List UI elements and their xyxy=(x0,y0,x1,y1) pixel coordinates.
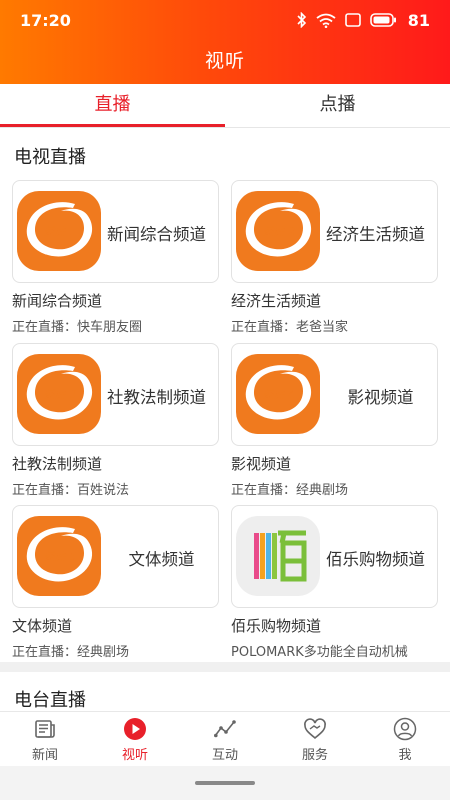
nav-news[interactable]: 新闻 xyxy=(0,712,90,767)
nav-service[interactable]: 服务 xyxy=(270,712,360,767)
nav-me[interactable]: 我 xyxy=(360,712,450,767)
loudi-tv-logo-icon: 娄底-4 xyxy=(236,354,320,434)
channel-box-label: 经济生活频道 xyxy=(326,224,425,244)
trend-line-icon xyxy=(214,720,236,738)
nav-label: 我 xyxy=(398,748,412,763)
section-divider xyxy=(0,662,450,672)
channel-thumbnail[interactable]: 佰 佰乐购物频道 xyxy=(231,505,438,608)
channel-logo: 娄底-3 xyxy=(17,354,101,434)
channel-name: 社教法制频道 xyxy=(12,455,103,473)
status-icons: 81 xyxy=(297,10,430,30)
tab-live[interactable]: 直播 xyxy=(0,84,225,128)
svg-text:娄底-2: 娄底-2 xyxy=(263,225,296,238)
channel-card[interactable]: 娄底-3 社教法制频道 社教法制频道 正在直播：百姓说法 xyxy=(12,343,219,498)
channel-logo: 娄底-1 xyxy=(17,191,101,271)
bottom-navigation: 新闻 视听 互动 服务 我 xyxy=(0,711,450,766)
channel-now-playing: 正在直播：经典剧场 xyxy=(231,483,349,498)
section-title-radio-live: 电台直播 xyxy=(14,690,86,711)
channel-thumbnail[interactable]: 娄底-3 社教法制频道 xyxy=(12,343,219,446)
channel-box-label: 影视频道 xyxy=(347,387,414,407)
nav-interact[interactable]: 互动 xyxy=(180,712,270,767)
channel-card[interactable]: 娄底-2 经济生活频道 经济生活频道 正在直播：老爸当家 xyxy=(231,180,438,335)
loudi-tv-logo-icon: 娄底-3 xyxy=(17,354,101,434)
channel-name: 佰乐购物频道 xyxy=(231,617,322,635)
channel-now-playing: 正在直播：快车朋友圈 xyxy=(12,320,143,335)
channel-name: 经济生活频道 xyxy=(231,292,322,310)
section-title-tv-live: 电视直播 xyxy=(14,147,86,168)
battery-icon xyxy=(369,13,396,27)
nav-media[interactable]: 视听 xyxy=(90,712,180,767)
channel-card[interactable]: 佰 佰乐购物频道 佰乐购物频道 POLOMARK多功能全自动机械 xyxy=(231,505,438,660)
channel-card[interactable]: 娄底-4 影视频道 影视频道 正在直播：经典剧场 xyxy=(231,343,438,498)
channel-now-playing: 正在直播：老爸当家 xyxy=(231,320,349,335)
status-bar: 17:20 81 xyxy=(0,0,450,40)
channel-logo: 娄底-5 xyxy=(17,516,101,596)
channel-box-label: 社教法制频道 xyxy=(107,387,206,407)
channel-box-label: 文体频道 xyxy=(128,549,195,569)
svg-text:娄底-1: 娄底-1 xyxy=(44,225,77,238)
active-tab-indicator xyxy=(0,124,225,127)
nav-label: 服务 xyxy=(301,748,328,763)
channel-logo: 娄底-4 xyxy=(236,354,320,434)
nav-label: 互动 xyxy=(211,748,238,763)
app-header: 17:20 81 视听 xyxy=(0,0,450,84)
channel-now-playing: 正在直播：百姓说法 xyxy=(12,483,130,498)
channel-thumbnail[interactable]: 娄底-1 新闻综合频道 xyxy=(12,180,219,283)
svg-text:娄底-3: 娄底-3 xyxy=(44,388,77,401)
channel-thumbnail[interactable]: 娄底-2 经济生活频道 xyxy=(231,180,438,283)
sim-card-icon xyxy=(344,13,361,27)
play-circle-icon xyxy=(124,718,146,740)
channel-box-label: 佰乐购物频道 xyxy=(326,549,425,569)
battery-level: 81 xyxy=(407,10,430,30)
loudi-tv-logo-icon: 娄底-1 xyxy=(17,191,101,271)
channel-name: 文体频道 xyxy=(12,617,73,635)
home-indicator[interactable] xyxy=(195,781,255,785)
user-icon xyxy=(393,717,417,741)
baile-shopping-logo-icon: 佰 xyxy=(236,516,320,596)
tab-vod[interactable]: 点播 xyxy=(225,84,450,128)
channel-box-label: 新闻综合频道 xyxy=(107,224,206,244)
channel-thumbnail[interactable]: 娄底-4 影视频道 xyxy=(231,343,438,446)
nav-label: 新闻 xyxy=(31,748,58,763)
heart-handshake-icon xyxy=(304,718,326,740)
page-title: 视听 xyxy=(204,50,245,72)
channel-thumbnail[interactable]: 娄底-5 文体频道 xyxy=(12,505,219,608)
svg-text:娄底-4: 娄底-4 xyxy=(263,388,296,401)
channel-card[interactable]: 娄底-1 新闻综合频道 新闻综合频道 正在直播：快车朋友圈 xyxy=(12,180,219,335)
nav-label: 视听 xyxy=(121,748,148,763)
tab-bar: 直播 点播 xyxy=(0,84,450,128)
newspaper-icon xyxy=(35,720,55,738)
channel-now-playing: 正在直播：经典剧场 xyxy=(12,645,130,660)
wifi-icon xyxy=(316,13,336,28)
channel-card[interactable]: 娄底-5 文体频道 文体频道 正在直播：经典剧场 xyxy=(12,505,219,660)
loudi-tv-logo-icon: 娄底-2 xyxy=(236,191,320,271)
system-gesture-area xyxy=(0,766,450,800)
channel-now-playing: POLOMARK多功能全自动机械 xyxy=(231,645,408,660)
channel-logo: 佰 xyxy=(236,516,320,596)
channel-name: 新闻综合频道 xyxy=(12,292,103,310)
channel-name: 影视频道 xyxy=(231,455,292,473)
svg-text:娄底-5: 娄底-5 xyxy=(44,550,77,563)
bluetooth-icon xyxy=(297,12,306,28)
loudi-tv-logo-icon: 娄底-5 xyxy=(17,516,101,596)
channel-logo: 娄底-2 xyxy=(236,191,320,271)
status-time: 17:20 xyxy=(20,11,71,30)
